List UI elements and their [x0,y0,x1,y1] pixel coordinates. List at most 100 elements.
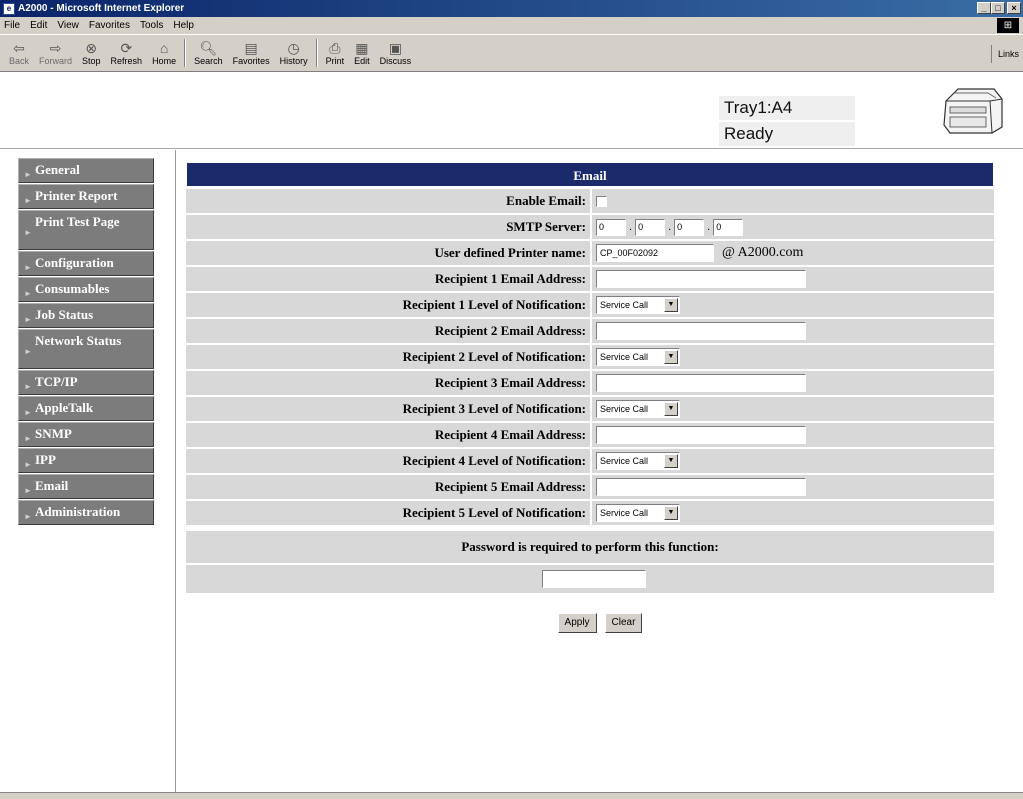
recipient-2-address-input[interactable] [596,322,806,340]
nav-item-print-test-page[interactable]: ► Print Test Page [18,210,154,250]
home-button[interactable]: ⌂ Home [147,36,181,70]
clear-button[interactable]: Clear [604,613,643,633]
menu-view[interactable]: View [57,20,79,31]
arrow-icon: ► [24,382,32,391]
enable-email-label: Enable Email: [186,189,590,213]
recipient-3-address-input[interactable] [596,374,806,392]
stop-button[interactable]: ⊗ Stop [77,36,106,70]
form-row-printer-name: User defined Printer name: CP_00F02092 @… [186,241,994,265]
recipient-1-level-select[interactable]: Service Call ▼ [596,296,680,314]
discuss-icon: ▣ [388,40,403,56]
smtp-octet-1-input[interactable]: 0 [596,218,626,236]
nav-item-job-status[interactable]: ► Job Status [18,303,154,328]
window-title: A2000 - Microsoft Internet Explorer [18,3,185,14]
chevron-down-icon: ▼ [664,454,678,468]
form-row-recipient-5-level: Recipient 5 Level of Notification: Servi… [186,501,994,525]
password-input[interactable] [542,570,646,588]
menu-bar: File Edit View Favorites Tools Help ⊞ [0,17,1023,34]
left-navigation-pane: ► General ► Printer Report ► Print Test Pag… [0,150,176,799]
print-button[interactable]: ⎙ Print [321,36,350,70]
nav-item-tcp-ip[interactable]: ► TCP/IP [18,370,154,395]
nav-item-administration[interactable]: ► Administration [18,500,154,525]
arrow-icon: ► [24,196,32,205]
recipient-5-level-select[interactable]: Service Call ▼ [596,504,680,522]
password-section: Password is required to perform this fun… [186,531,994,593]
nav-item-appletalk[interactable]: ► AppleTalk [18,396,154,421]
search-button[interactable]: 🔍︎ Search [189,36,228,70]
history-button[interactable]: ◷ History [275,36,313,70]
nav-item-network-status[interactable]: ► Network Status [18,329,154,369]
favorites-button[interactable]: ▤ Favorites [228,36,275,70]
discuss-button[interactable]: ▣ Discuss [375,36,417,70]
form-row-enable-email: Enable Email: [186,189,994,213]
minimize-button[interactable]: _ [977,2,991,14]
smtp-octet-3-input[interactable]: 0 [674,218,705,236]
apply-button[interactable]: Apply [557,613,597,633]
form-row-recipient-4-level: Recipient 4 Level of Notification: Servi… [186,449,994,473]
menu-favorites[interactable]: Favorites [89,20,130,31]
menu-edit[interactable]: Edit [30,20,47,31]
toolbar-separator [315,39,318,67]
tray-status: Tray1:A4 [719,96,855,120]
enable-email-checkbox[interactable] [596,195,607,207]
arrow-icon: ► [24,347,32,356]
smtp-octet-2-input[interactable]: 0 [635,218,666,236]
recipient-1-level-label: Recipient 1 Level of Notification: [186,293,590,317]
form-row-smtp: SMTP Server: 0. 0. 0. 0 [186,215,994,239]
form-row-recipient-1-level: Recipient 1 Level of Notification: Servi… [186,293,994,317]
recipient-3-level-select[interactable]: Service Call ▼ [596,400,680,418]
recipient-3-address-label: Recipient 3 Email Address: [186,371,590,395]
menu-help[interactable]: Help [173,20,194,31]
maximize-button[interactable]: □ [991,2,1005,14]
arrow-icon: ► [24,434,32,443]
page-header: Tray1:A4 Ready [0,73,1023,149]
edit-button[interactable]: ▦ Edit [349,36,375,70]
nav-item-consumables[interactable]: ► Consumables [18,277,154,302]
recipient-4-address-label: Recipient 4 Email Address: [186,423,590,447]
form-row-recipient-1-address: Recipient 1 Email Address: [186,267,994,291]
chevron-down-icon: ▼ [664,506,678,520]
recipient-4-level-label: Recipient 4 Level of Notification: [186,449,590,473]
nav-menu: ► General ► Printer Report ► Print Test Pag… [18,158,154,526]
nav-item-snmp[interactable]: ► SNMP [18,422,154,447]
recipient-4-level-select[interactable]: Service Call ▼ [596,452,680,470]
arrow-icon: ► [24,263,32,272]
search-icon: 🔍︎ [199,40,218,56]
password-label: Password is required to perform this fun… [186,531,994,563]
windows-logo-icon: ⊞ [997,18,1019,33]
links-toolbar[interactable]: Links [990,45,1019,63]
arrow-icon: ► [24,228,32,237]
printer-status: Tray1:A4 Ready [719,96,855,148]
toolbar-separator [184,39,187,67]
nav-item-configuration[interactable]: ► Configuration [18,251,154,276]
form-row-recipient-3-address: Recipient 3 Email Address: [186,371,994,395]
arrow-icon: ► [24,315,32,324]
window-controls: _ □ × [977,2,1021,14]
printer-name-label: User defined Printer name: [186,241,590,265]
recipient-4-address-input[interactable] [596,426,806,444]
back-arrow-icon: ⇦ [13,40,25,56]
refresh-button[interactable]: ⟳ Refresh [106,36,148,70]
printer-icon [943,88,1003,134]
recipient-5-address-input[interactable] [596,478,806,496]
form-row-recipient-3-level: Recipient 3 Level of Notification: Servi… [186,397,994,421]
nav-item-general[interactable]: ► General [18,158,154,183]
recipient-1-address-input[interactable] [596,270,806,288]
nav-item-printer-report[interactable]: ► Printer Report [18,184,154,209]
recipient-3-level-label: Recipient 3 Level of Notification: [186,397,590,421]
close-button[interactable]: × [1007,2,1021,14]
arrow-icon: ► [24,170,32,179]
refresh-icon: ⟳ [120,40,133,56]
forward-button[interactable]: ⇨ Forward [34,36,77,70]
ie-icon: e [3,2,15,15]
ready-status: Ready [719,122,855,146]
nav-item-email[interactable]: ► Email [18,474,154,499]
back-button[interactable]: ⇦ Back [4,36,34,70]
menu-file[interactable]: File [4,20,20,31]
arrow-icon: ► [24,512,32,521]
smtp-octet-4-input[interactable]: 0 [713,218,744,236]
menu-tools[interactable]: Tools [140,20,163,31]
printer-name-input[interactable]: CP_00F02092 [596,244,714,262]
nav-item-ipp[interactable]: ► IPP [18,448,154,473]
recipient-2-level-select[interactable]: Service Call ▼ [596,348,680,366]
